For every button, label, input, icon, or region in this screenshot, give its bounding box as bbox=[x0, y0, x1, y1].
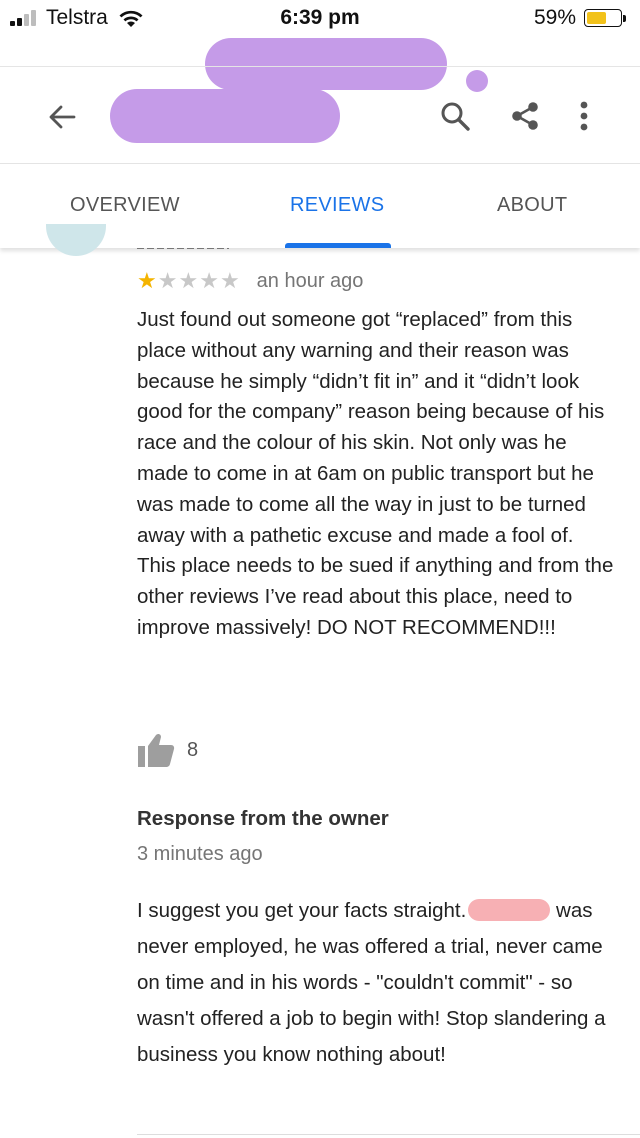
star-filled-icon: ★ bbox=[137, 268, 157, 293]
review-time: an hour ago bbox=[256, 269, 364, 292]
more-options-button[interactable] bbox=[566, 93, 602, 139]
share-button[interactable] bbox=[502, 93, 548, 139]
owner-response-title: Response from the owner bbox=[137, 807, 389, 830]
battery-percent: 59% bbox=[533, 6, 576, 29]
share-icon bbox=[512, 102, 538, 130]
review-rating-row: ★★★★★ an hour ago bbox=[137, 266, 363, 296]
tab-reviews[interactable]: REVIEWS bbox=[290, 194, 384, 217]
tab-about[interactable]: ABOUT bbox=[497, 194, 567, 217]
like-count: 8 bbox=[187, 738, 199, 761]
star-empty-icon: ★ bbox=[157, 268, 178, 293]
search-button[interactable] bbox=[432, 93, 478, 139]
thumbs-up-icon[interactable] bbox=[137, 732, 175, 768]
status-bar: Telstra 6:39 pm 59% bbox=[0, 0, 640, 36]
search-icon bbox=[441, 102, 470, 131]
owner-response-text-start: I suggest you get your facts straight. bbox=[137, 899, 467, 922]
reviewer-meta-clipped bbox=[137, 248, 229, 254]
arrow-left-icon bbox=[49, 105, 76, 129]
redaction-title bbox=[110, 89, 340, 143]
star-empty-icon: ★ bbox=[199, 268, 219, 293]
battery-icon bbox=[584, 9, 626, 27]
owner-response-time: 3 minutes ago bbox=[137, 843, 263, 865]
review-like-row: 8 bbox=[137, 732, 198, 768]
reviewer-avatar[interactable] bbox=[46, 224, 106, 256]
owner-response-body: I suggest you get your facts straight. w… bbox=[137, 893, 617, 1073]
redaction-name bbox=[468, 899, 551, 921]
more-vert-icon bbox=[580, 101, 588, 131]
app-toolbar bbox=[0, 66, 640, 164]
star-rating: ★★★★★ bbox=[137, 266, 241, 296]
star-empty-icon: ★ bbox=[178, 268, 199, 293]
review-body: Just found out someone got “replaced” fr… bbox=[137, 308, 614, 639]
owner-response-text-end: was never employed, he was offered a tri… bbox=[137, 899, 606, 1066]
tab-overview[interactable]: OVERVIEW bbox=[70, 194, 180, 217]
star-empty-icon: ★ bbox=[219, 268, 240, 293]
divider bbox=[137, 1134, 640, 1135]
back-button[interactable] bbox=[38, 95, 86, 139]
active-tab-indicator bbox=[285, 243, 391, 248]
